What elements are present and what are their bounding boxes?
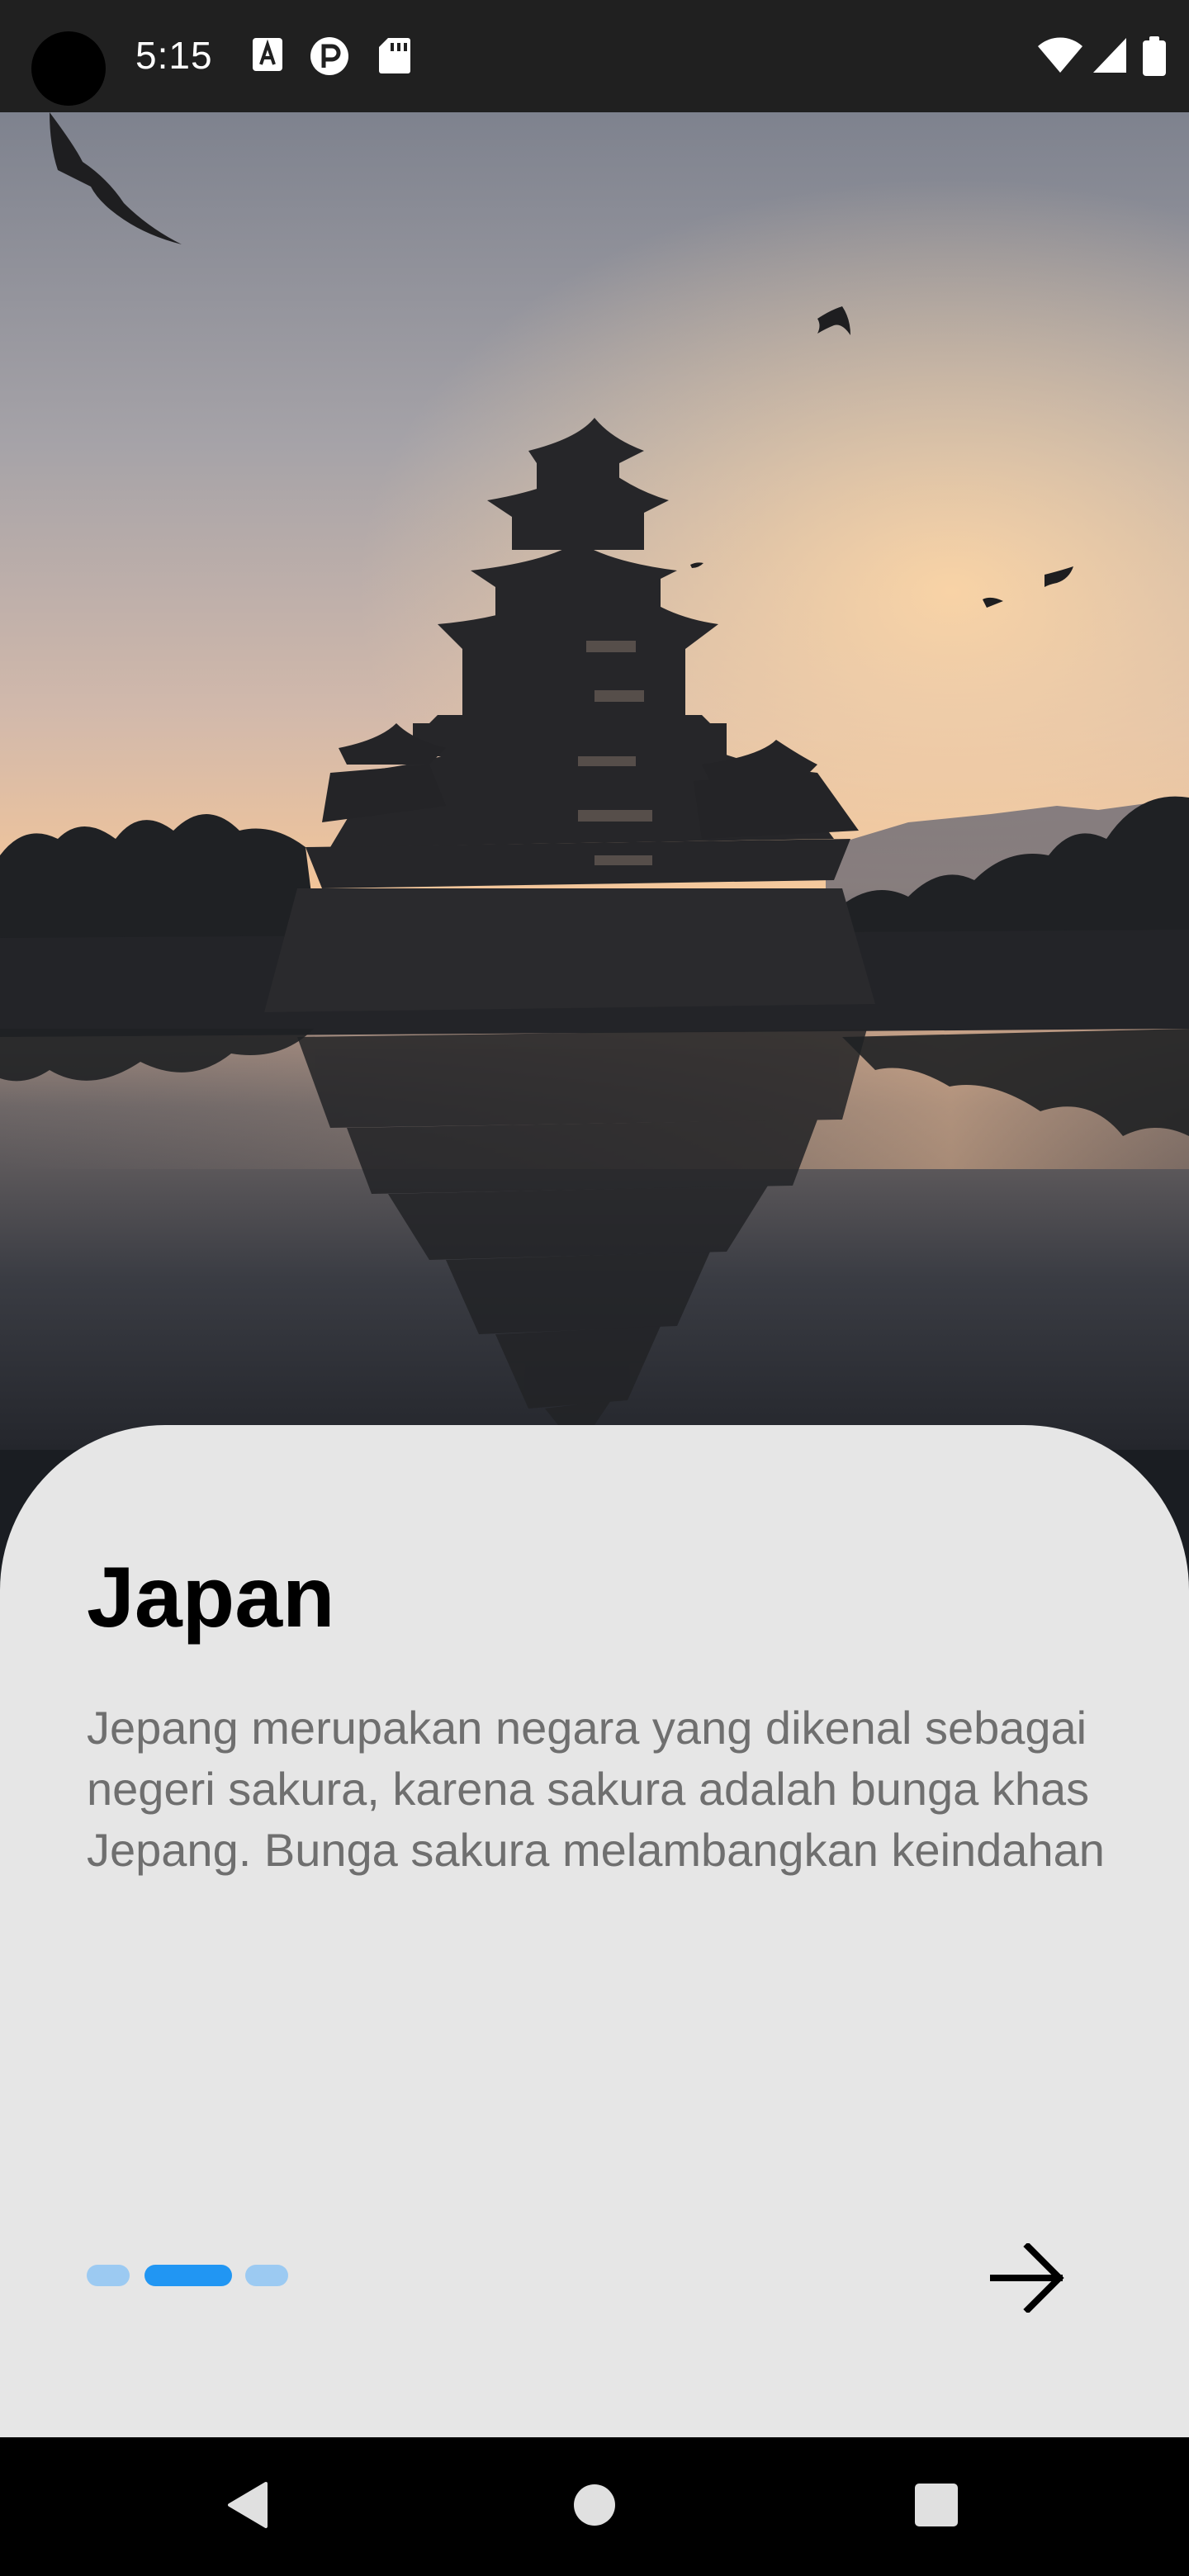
camera-cutout — [31, 31, 106, 106]
page-dot[interactable] — [245, 2265, 288, 2286]
home-icon — [572, 2483, 617, 2531]
back-icon — [225, 2480, 271, 2534]
home-button[interactable] — [528, 2437, 661, 2576]
sd-card-icon — [378, 36, 411, 74]
status-bar: 5:15 — [0, 0, 1189, 112]
battery-icon — [1143, 36, 1166, 76]
status-time: 5:15 — [135, 34, 213, 77]
recents-button[interactable] — [870, 2437, 1002, 2576]
text-a-icon — [251, 36, 284, 73]
arrow-right-icon — [990, 2241, 1066, 2317]
next-button[interactable] — [983, 2234, 1073, 2325]
card-description: Jepang merupakan negara yang dikenal seb… — [87, 1702, 1105, 1876]
hero-image — [0, 112, 1189, 1450]
p-circle-icon — [309, 36, 350, 76]
onboarding-screen: 5:15 Japan Jepang merupakan negara yang … — [0, 0, 1189, 2576]
page-dot[interactable] — [87, 2265, 130, 2286]
back-button[interactable] — [182, 2437, 314, 2576]
info-card: Japan Jepang merupakan negara yang diken… — [0, 1425, 1189, 2437]
page-dot-active[interactable] — [144, 2265, 232, 2286]
navigation-bar — [0, 2437, 1189, 2576]
wifi-icon — [1037, 36, 1083, 74]
card-title: Japan — [87, 1550, 335, 1646]
signal-icon — [1092, 36, 1128, 74]
recents-icon — [914, 2483, 959, 2531]
